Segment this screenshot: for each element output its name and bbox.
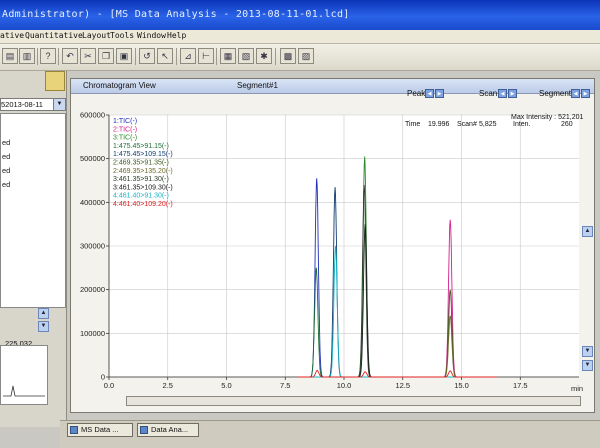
toolbar-separator (176, 48, 177, 65)
window-tile-icon[interactable]: ▩ (280, 48, 296, 64)
legend-entry: 1:475.45>91.15(-) (113, 143, 169, 150)
legend-entry: 2:469.35>91.35(-) (113, 160, 169, 167)
window-cascade-icon[interactable]: ▨ (298, 48, 314, 64)
x-tick-label: 7.5 (280, 381, 290, 390)
y-tick-label: 200000 (80, 285, 105, 294)
menu-window[interactable]: Window (137, 31, 166, 40)
help-icon[interactable]: ? (40, 48, 56, 64)
chart-horizontal-scrollbar[interactable] (126, 396, 581, 406)
undo-icon[interactable]: ↶ (62, 48, 78, 64)
y-tick-label: 500000 (80, 154, 105, 163)
x-tick-label: 2.5 (163, 381, 173, 390)
chromatogram-view-window: Chromatogram View Segment#1 Peak ◀ ▶ Sca… (70, 78, 595, 413)
legend-entry: 3:461.35>109.30(-) (113, 184, 173, 191)
grid-icon[interactable]: ▧ (238, 48, 254, 64)
legend-entry: 4:461.40>109.20(-) (113, 201, 173, 208)
legend-entry: 2:TIC(-) (113, 126, 137, 133)
baseline-icon[interactable]: ⊢ (198, 48, 214, 64)
time-label: Time (405, 121, 420, 128)
mini-chromatogram[interactable] (0, 345, 48, 405)
tab-ms-data[interactable]: MS Data ... (67, 423, 133, 437)
list-item[interactable]: ed (2, 152, 10, 161)
table-icon[interactable]: ▦ (220, 48, 236, 64)
undo-arrow-icon[interactable]: ↺ (139, 48, 155, 64)
legend-entry: 1:475.45>109.15(-) (113, 151, 173, 158)
file-list[interactable]: ed ed ed ed (0, 113, 66, 308)
list-scrollbar[interactable]: ▲ ▼ (38, 308, 50, 338)
list-item[interactable]: ed (2, 166, 10, 175)
tab-data-analysis[interactable]: Data Ana... (137, 423, 199, 437)
window-taskbar: MS Data ... Data Ana... (60, 420, 600, 448)
x-tick-label: 5.0 (221, 381, 231, 390)
toolbar-separator (216, 48, 217, 65)
legend-entry: 2:469.35>135.20(-) (113, 168, 173, 175)
mini-chromatogram-plot (3, 385, 45, 397)
toolbar-separator (37, 48, 38, 65)
scroll-down-icon[interactable]: ▼ (38, 321, 49, 332)
y-tick-label: 400000 (80, 198, 105, 207)
pointer-icon[interactable]: ↖ (157, 48, 173, 64)
window-title-bar: Administrator) - [MS Data Analysis - 201… (0, 0, 600, 30)
scan-number-value: 5,825 (479, 121, 497, 128)
list-item[interactable]: ed (2, 138, 10, 147)
tab-ms-data-label: MS Data ... (81, 425, 119, 434)
ms-data-icon (70, 426, 78, 434)
chart-icon[interactable]: ⊿ (180, 48, 196, 64)
tab-data-analysis-label: Data Ana... (151, 425, 189, 434)
list-item[interactable]: ed (2, 180, 10, 189)
intensity-label: Inten. (513, 121, 531, 128)
print-icon[interactable]: ▥ (19, 48, 35, 64)
x-tick-label: 10.0 (337, 381, 352, 390)
chromatogram-chart[interactable]: 0100000200000300000400000500000600000 0.… (71, 79, 594, 412)
toolbar: ▤ ▥ ? ↶ ✂ ❐ ▣ ↺ ↖ ⊿ ⊢ ▦ ▧ ✱ ▩ ▨ (0, 44, 600, 71)
data-analysis-icon (140, 426, 148, 434)
intensity-value: 260 (561, 121, 573, 128)
y-tick-label: 600000 (80, 111, 105, 120)
scroll-down-icon[interactable]: ▼ (582, 346, 593, 357)
x-tick-label: 12.5 (395, 381, 410, 390)
menu-quantitative[interactable]: Quantitative (25, 31, 83, 40)
legend-entry: 3:TIC(-) (113, 135, 137, 142)
max-intensity-readout: Max Intensity : 521,201 (511, 114, 583, 121)
scroll-up-icon[interactable]: ▲ (582, 226, 593, 237)
legend-entry: 4:461.40>91.30(-) (113, 193, 169, 200)
y-tick-label: 300000 (80, 242, 105, 251)
chevron-down-icon[interactable]: ▼ (53, 99, 65, 110)
menu-help[interactable]: Help (167, 31, 186, 40)
menu-bar: ative Quantitative Layout Tools Window H… (0, 30, 600, 44)
menu-quantitative-partial[interactable]: ative (0, 31, 24, 40)
menu-layout[interactable]: Layout (82, 31, 111, 40)
legend-entry: 1:TIC(-) (113, 118, 137, 125)
legend-entry: 3:461.35>91.30(-) (113, 176, 169, 183)
chart-vertical-scrollbar[interactable]: ▲ ▼ ▼ (582, 226, 594, 376)
x-tick-label: 15.0 (454, 381, 469, 390)
toolbar-separator (58, 48, 59, 65)
scroll-up-icon[interactable]: ▲ (38, 308, 49, 319)
scroll-down-icon[interactable]: ▼ (582, 360, 593, 371)
x-tick-label: 0.0 (104, 381, 114, 390)
date-select[interactable]: 52013-08-11 ▼ (0, 98, 66, 111)
window-title: Administrator) - [MS Data Analysis - 201… (2, 9, 350, 20)
paste-icon[interactable]: ▣ (116, 48, 132, 64)
time-value: 19.996 (428, 121, 450, 128)
toolbar-separator (275, 48, 276, 65)
folder-icon[interactable] (45, 71, 65, 91)
menu-tools[interactable]: Tools (110, 31, 134, 40)
y-tick-label: 100000 (80, 329, 105, 338)
toolbar-separator (135, 48, 136, 65)
copy-icon[interactable]: ❐ (98, 48, 114, 64)
x-tick-label: 17.5 (513, 381, 528, 390)
x-axis: 0.0 2.5 5.0 7.5 10.0 12.5 15.0 17.5 (104, 376, 579, 390)
tools-icon[interactable]: ✱ (256, 48, 272, 64)
x-axis-unit: min (571, 384, 583, 393)
mini-trace (3, 385, 45, 397)
cut-icon[interactable]: ✂ (80, 48, 96, 64)
scan-number-label: Scan# (457, 121, 477, 128)
save-icon[interactable]: ▤ (2, 48, 18, 64)
y-axis: 0100000200000300000400000500000600000 (80, 111, 110, 382)
date-select-value: 52013-08-11 (1, 100, 43, 109)
